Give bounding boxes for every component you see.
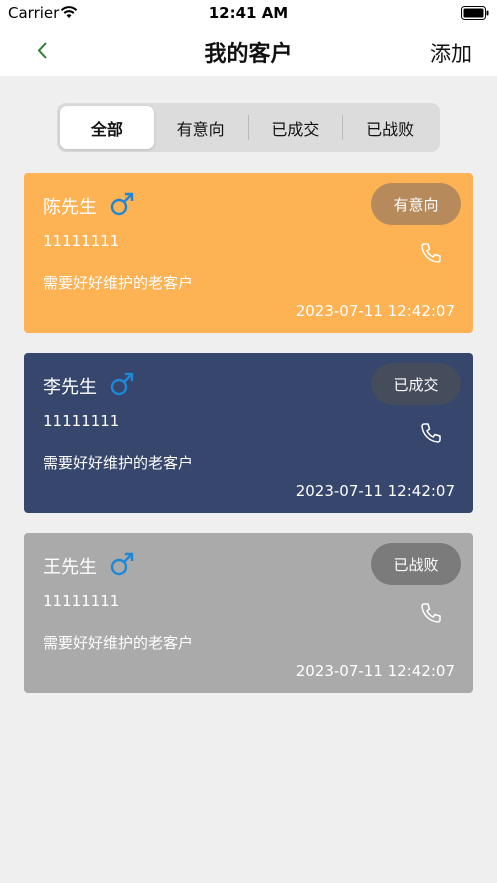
status-badge[interactable]: 已战败	[371, 543, 461, 585]
status-badge[interactable]: 有意向	[371, 183, 461, 225]
customer-note: 需要好好维护的老客户	[43, 454, 194, 472]
status-badge[interactable]: 已成交	[371, 363, 461, 405]
customer-card[interactable]: 李先生 已成交 11111111 需要好好维护的老客户 2023-07-11 1…	[24, 353, 473, 513]
customer-phone: 11111111	[43, 412, 120, 430]
tab-lost[interactable]: 已战败	[343, 106, 437, 149]
phone-icon[interactable]	[419, 601, 443, 625]
tab-interested[interactable]: 有意向	[154, 106, 248, 149]
customer-note: 需要好好维护的老客户	[43, 274, 194, 292]
customer-phone: 11111111	[43, 592, 120, 610]
status-bar: Carrier 12:41 AM	[0, 0, 497, 26]
phone-icon[interactable]	[419, 421, 443, 445]
page-title: 我的客户	[204, 42, 293, 67]
customer-timestamp: 2023-07-11 12:42:07	[295, 482, 455, 500]
status-filter-tabs: 全部 有意向 已成交 已战败	[57, 103, 440, 152]
tab-closed[interactable]: 已成交	[249, 106, 343, 149]
male-icon	[109, 551, 135, 577]
navigation-bar: 我的客户 添加	[0, 26, 497, 76]
customer-timestamp: 2023-07-11 12:42:07	[295, 302, 455, 320]
customer-card[interactable]: 陈先生 有意向 11111111 需要好好维护的老客户 2023-07-11 1…	[24, 173, 473, 333]
tab-all[interactable]: 全部	[60, 106, 154, 149]
phone-icon[interactable]	[419, 241, 443, 265]
add-customer-button[interactable]: 添加	[430, 38, 472, 68]
customer-phone: 11111111	[43, 232, 120, 250]
customer-name: 陈先生	[43, 197, 97, 218]
customer-timestamp: 2023-07-11 12:42:07	[295, 662, 455, 680]
male-icon	[109, 191, 135, 217]
customer-note: 需要好好维护的老客户	[43, 634, 194, 652]
status-time: 12:41 AM	[208, 4, 289, 22]
customer-name: 王先生	[43, 557, 97, 578]
male-icon	[109, 371, 135, 397]
battery-icon	[461, 5, 489, 24]
customer-name: 李先生	[43, 377, 97, 398]
customer-card[interactable]: 王先生 已战败 11111111 需要好好维护的老客户 2023-07-11 1…	[24, 533, 473, 693]
